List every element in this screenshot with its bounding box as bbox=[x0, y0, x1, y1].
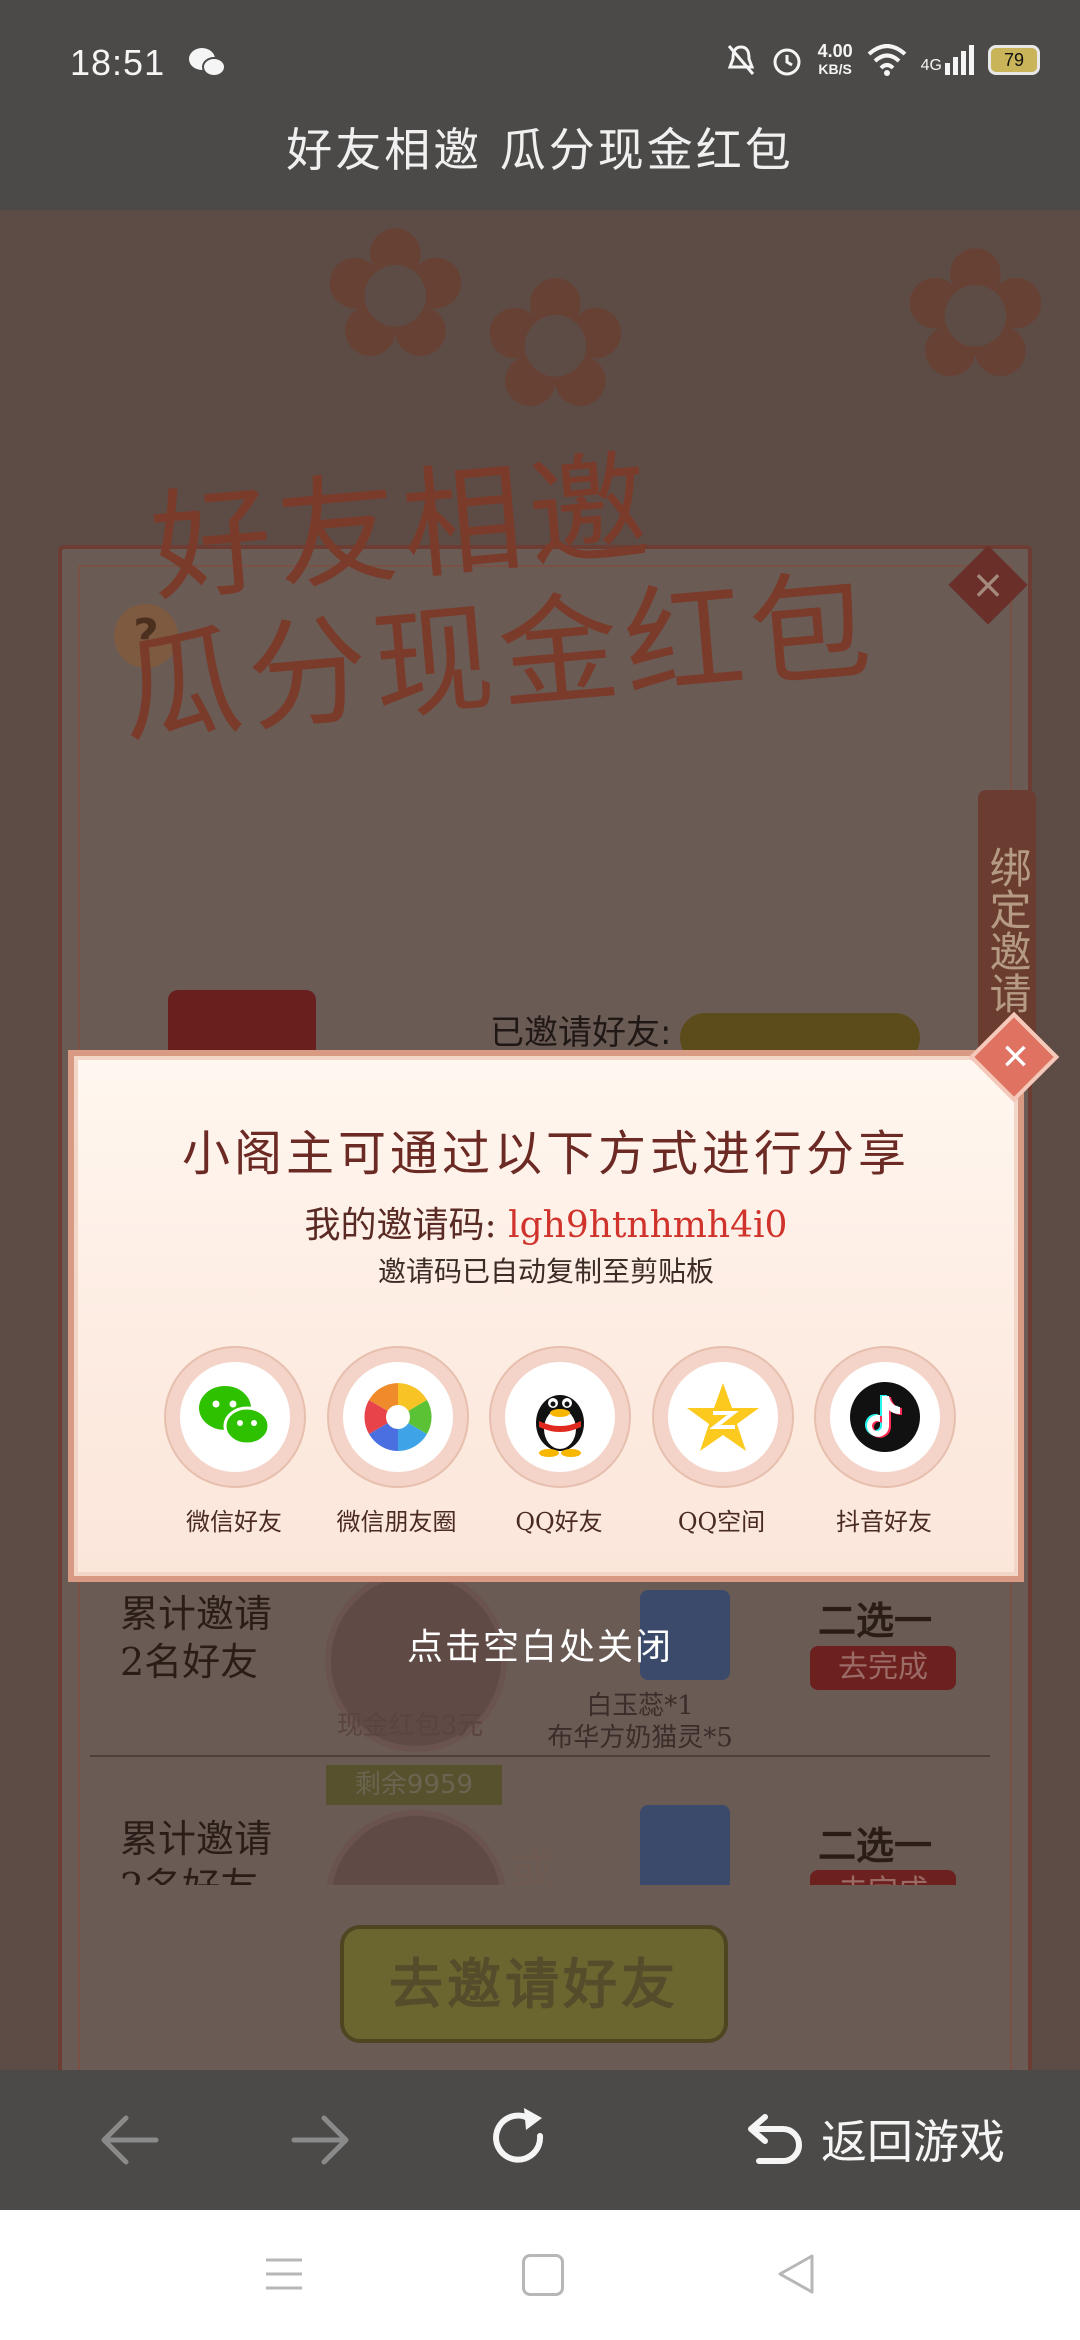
cash-reward-image bbox=[325, 1810, 507, 1885]
reward-caption: 白玉蕊*1 布华方奶猫灵*5 bbox=[547, 1691, 733, 1753]
return-to-game-button[interactable]: 返回游戏 bbox=[745, 2106, 1005, 2172]
item-reward-image bbox=[640, 1805, 730, 1885]
or-label: 或 bbox=[510, 1846, 554, 1885]
dialog-title: 小阁主可通过以下方式进行分享 bbox=[181, 1126, 910, 1182]
battery-indicator: 79 bbox=[988, 45, 1040, 75]
qzone-icon bbox=[686, 1383, 759, 1451]
forward-arrow-icon[interactable] bbox=[290, 2112, 350, 2168]
share-douyin-friend-button[interactable]: 抖音好友 bbox=[814, 1346, 956, 1536]
recent-apps-icon[interactable] bbox=[264, 2256, 304, 2292]
wechat-notification-icon bbox=[189, 48, 226, 77]
remaining-count: 剩余9959 bbox=[326, 1765, 502, 1805]
nav-back-icon[interactable] bbox=[776, 2252, 816, 2296]
share-moments-button[interactable]: 微信朋友圈 bbox=[326, 1346, 469, 1536]
return-to-game-label: 返回游戏 bbox=[821, 2115, 1005, 2169]
row-label: 累计邀请 2名好友 bbox=[120, 1817, 273, 1885]
douyin-icon bbox=[850, 1382, 920, 1452]
return-icon bbox=[748, 2114, 802, 2164]
invited-friends-label: 已邀请好友: bbox=[490, 1013, 672, 1053]
wechat-icon bbox=[199, 1386, 271, 1446]
mute-icon bbox=[727, 45, 754, 75]
share-qzone-button[interactable]: QQ空间 bbox=[651, 1346, 794, 1536]
tap-outside-to-close-hint: 点击空白处关闭 bbox=[406, 1627, 673, 1668]
status-time: 18:51 bbox=[70, 42, 166, 83]
choose-one-label: 二选一 bbox=[817, 1823, 932, 1868]
maple-leaf-decoration: ✿ bbox=[900, 210, 1051, 419]
wifi-icon bbox=[867, 44, 906, 76]
home-icon[interactable] bbox=[522, 2254, 564, 2296]
page-title: 好友相邀 瓜分现金红包 bbox=[0, 110, 1080, 210]
invite-code-value[interactable]: lgh9htnhmh4i0 bbox=[508, 1205, 787, 1246]
signal-icon: 4G bbox=[921, 45, 974, 75]
panel-close-button[interactable]: × bbox=[948, 545, 1028, 625]
qq-icon bbox=[536, 1395, 584, 1457]
close-icon: × bbox=[1001, 1029, 1029, 1082]
network-speed: 4.00 KB/S bbox=[817, 41, 853, 77]
share-options: 微信好友 微信朋友圈 QQ好友 QQ空间 抖音好友 bbox=[164, 1346, 956, 1536]
share-qq-friend-button[interactable]: QQ好友 bbox=[489, 1346, 631, 1536]
refresh-icon[interactable] bbox=[490, 2106, 550, 2170]
invite-code-line: 我的邀请码: lgh9htnhmh4i0 bbox=[74, 1196, 1018, 1248]
alarm-icon bbox=[773, 48, 801, 76]
share-dialog: 小阁主可通过以下方式进行分享 我的邀请码: lgh9htnhmh4i0 邀请码已… bbox=[68, 1050, 1024, 1582]
back-arrow-icon[interactable] bbox=[100, 2112, 160, 2168]
reward-row: 累计邀请 2名好友 现金红包3元 白玉蕊*1 布华方奶猫灵*5 二选一 去完成 bbox=[90, 1570, 990, 1760]
invite-code-label: 我的邀请码: bbox=[304, 1205, 509, 1246]
reward-caption: 现金红包3元 bbox=[336, 1711, 484, 1741]
system-navigation-bar bbox=[0, 2210, 1080, 2340]
complete-task-button[interactable]: 去完成 bbox=[810, 1870, 956, 1885]
moments-icon bbox=[363, 1383, 432, 1451]
share-wechat-friend-button[interactable]: 微信好友 bbox=[164, 1346, 306, 1536]
close-icon: × bbox=[971, 562, 1005, 608]
status-icons: 4.00 KB/S 4G 79 bbox=[726, 42, 1040, 78]
reward-row: 剩余9959 累计邀请 2名好友 或 二选一 去完成 bbox=[90, 1765, 990, 1885]
maple-leaf-decoration: ✿ bbox=[320, 210, 471, 399]
invite-friends-button[interactable]: 去邀请好友 bbox=[340, 1925, 728, 2043]
clipboard-note: 邀请码已自动复制至剪贴板 bbox=[377, 1255, 714, 1288]
browser-toolbar: 返回游戏 bbox=[0, 2070, 1080, 2210]
